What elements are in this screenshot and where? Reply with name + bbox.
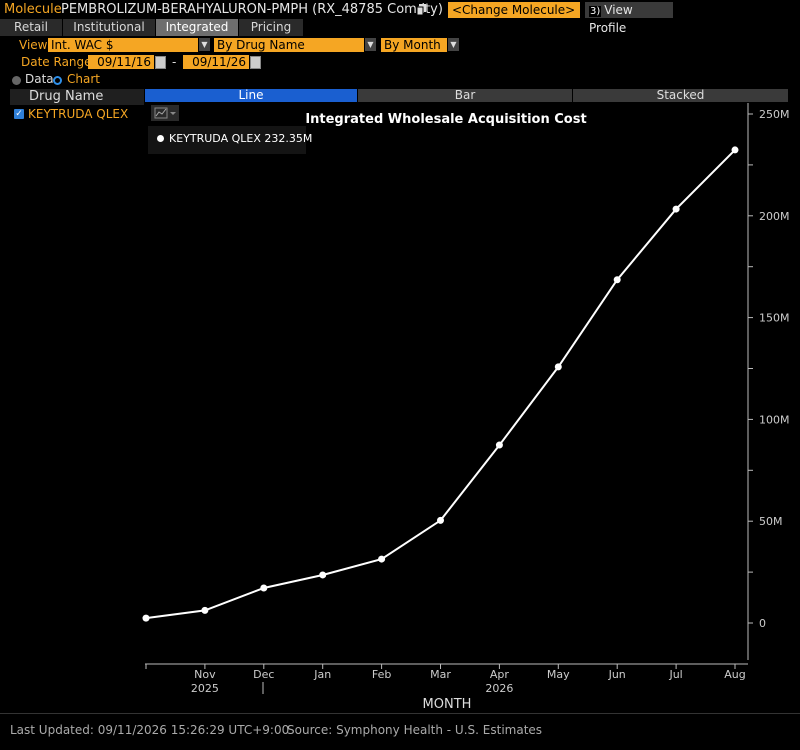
data-point xyxy=(495,441,503,449)
last-updated-text: Last Updated: 09/11/2026 15:26:29 UTC+9:… xyxy=(10,723,290,737)
data-point xyxy=(731,146,739,154)
series-line-keytruda xyxy=(145,149,736,620)
x-tick-label: Feb xyxy=(372,668,391,681)
data-point xyxy=(378,555,386,563)
chart-title: Integrated Wholesale Acquisition Cost xyxy=(305,112,587,127)
legend-label: KEYTRUDA QLEX 232.35M xyxy=(169,132,313,145)
x-year-label: 2025 xyxy=(191,682,219,695)
data-point xyxy=(554,363,562,371)
data-point xyxy=(437,516,444,524)
y-tick-label: 0 xyxy=(759,617,766,630)
x-axis-label: MONTH xyxy=(422,697,472,712)
data-point xyxy=(142,614,150,622)
footer-divider xyxy=(0,713,800,714)
data-point xyxy=(613,276,621,284)
series-points xyxy=(142,146,739,622)
data-point xyxy=(319,571,327,579)
x-axis: Nov Dec Jan Feb Mar Apr May Jun Jul Aug 2025 2026 xyxy=(145,664,746,695)
x-tick-label: Mar xyxy=(430,668,451,681)
y-tick-label: 250M xyxy=(759,108,790,121)
legend-marker xyxy=(157,135,164,142)
x-tick-label: Nov xyxy=(194,668,216,681)
y-tick-label: 150M xyxy=(759,312,790,325)
x-year-label: 2026 xyxy=(485,682,513,695)
y-tick-label: 200M xyxy=(759,210,790,223)
data-point xyxy=(672,205,680,213)
data-point xyxy=(201,606,209,614)
data-point xyxy=(260,584,268,592)
y-axis: 0 50M 100M 150M 200M 250M xyxy=(748,108,790,630)
x-tick-label: Apr xyxy=(490,668,510,681)
x-tick-label: Jun xyxy=(608,668,626,681)
x-tick-label: Aug xyxy=(724,668,745,681)
x-tick-label: Jan xyxy=(313,668,331,681)
x-tick-label: Dec xyxy=(253,668,274,681)
y-tick-label: 100M xyxy=(759,413,790,426)
source-text: Source: Symphony Health - U.S. Estimates xyxy=(287,723,543,737)
x-tick-label: May xyxy=(547,668,570,681)
y-tick-label: 50M xyxy=(759,515,783,528)
x-tick-label: Jul xyxy=(668,668,682,681)
